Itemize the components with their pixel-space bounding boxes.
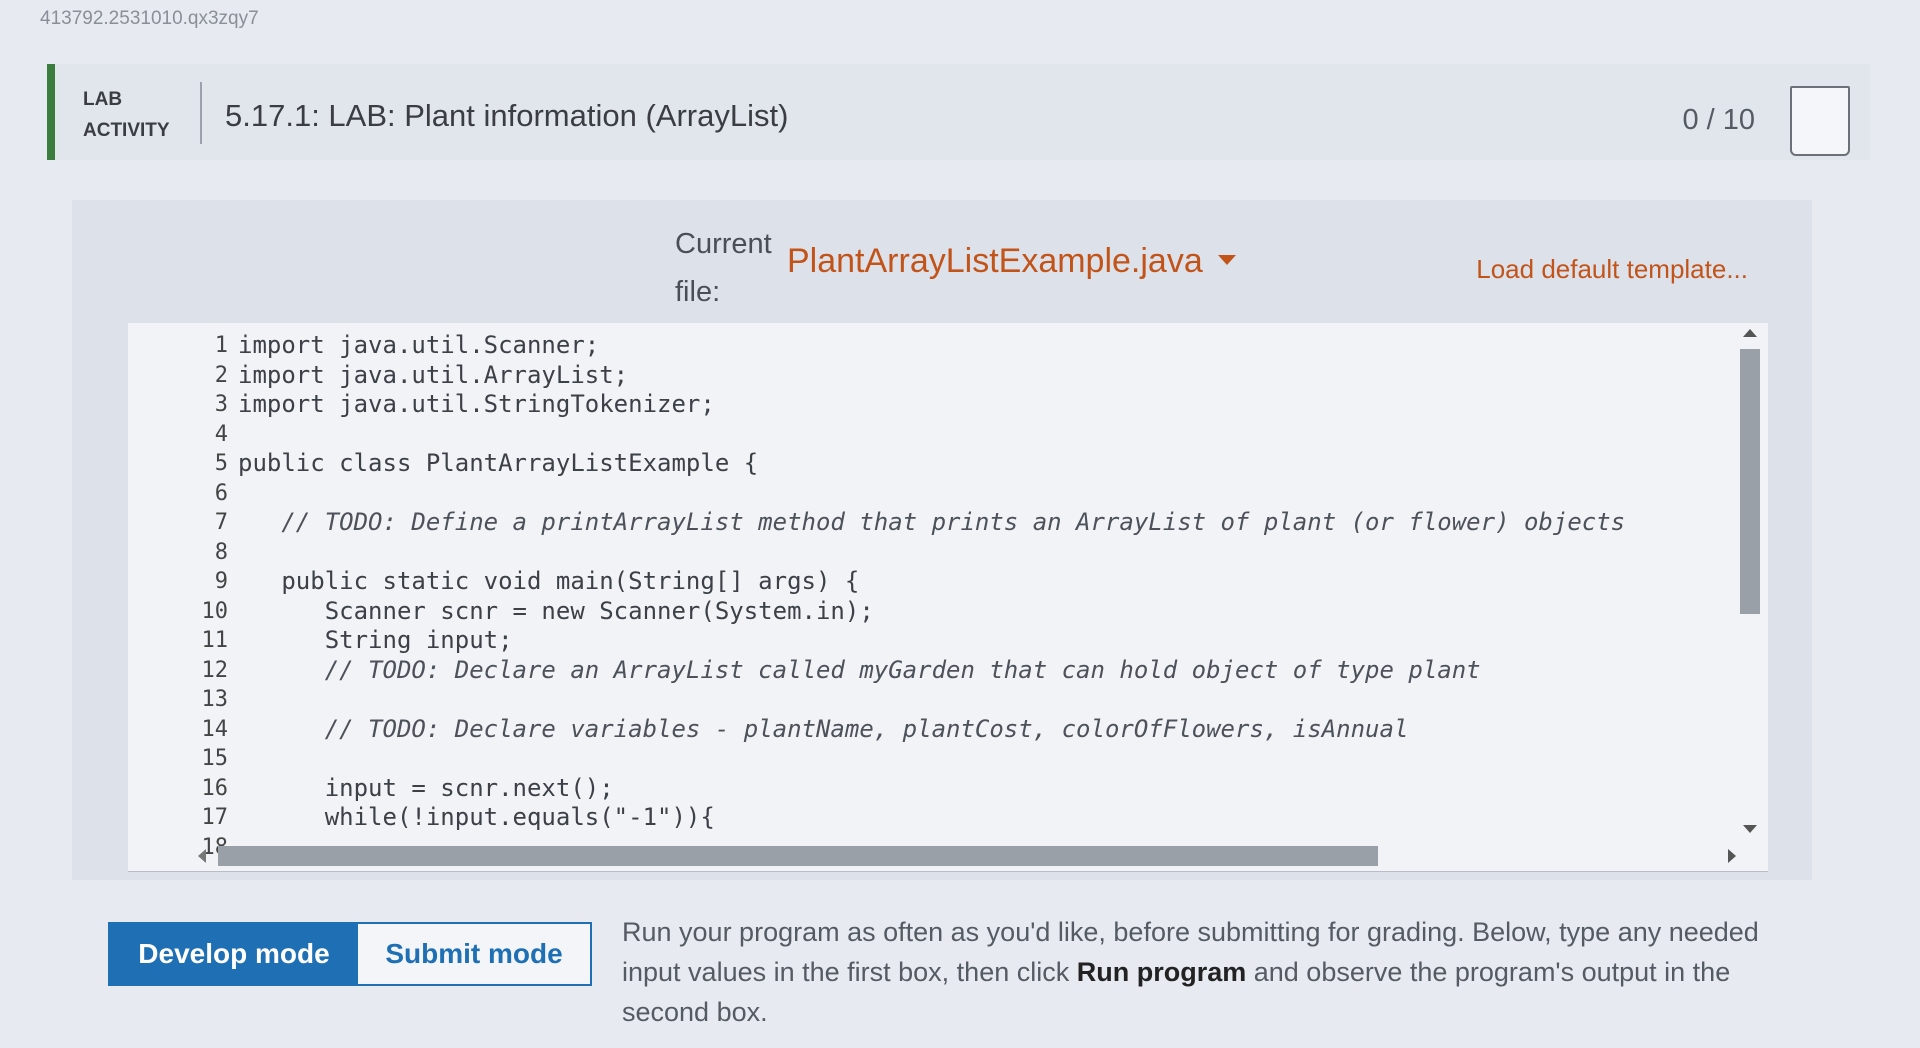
score-label: 0 / 10 — [1682, 104, 1755, 136]
code-line[interactable]: // TODO: Define a printArrayList method … — [238, 508, 1625, 538]
scroll-right-icon[interactable] — [1728, 849, 1736, 863]
vertical-scroll-thumb[interactable] — [1740, 349, 1760, 614]
current-file-label-line1: Current — [675, 228, 772, 260]
scroll-up-icon[interactable] — [1743, 329, 1757, 337]
current-file-label: Current file: — [675, 220, 785, 316]
file-bar: Current file: PlantArrayListExample.java… — [72, 200, 1812, 322]
lab-label-line2: ACTIVITY — [83, 120, 170, 141]
current-file-label-line2: file: — [675, 276, 721, 308]
line-number: 13 — [201, 687, 229, 712]
code-line[interactable] — [238, 420, 1625, 450]
line-number: 15 — [201, 746, 229, 771]
run-program-emphasis: Run program — [1076, 957, 1247, 987]
code-line[interactable]: import java.util.ArrayList; — [238, 361, 1625, 391]
mode-toggle: Develop mode Submit mode — [108, 922, 592, 986]
header-divider — [200, 82, 202, 144]
file-selector[interactable]: PlantArrayListExample.java — [787, 242, 1203, 281]
code-line[interactable]: public class PlantArrayListExample { — [238, 449, 1625, 479]
lab-activity-label: LAB ACTIVITY — [83, 84, 183, 146]
lab-title: 5.17.1: LAB: Plant information (ArrayLis… — [225, 98, 789, 133]
code-line[interactable] — [238, 744, 1625, 774]
line-number: 11 — [201, 628, 229, 653]
lab-header: LAB ACTIVITY 5.17.1: LAB: Plant informat… — [47, 64, 1870, 160]
develop-mode-button[interactable]: Develop mode — [110, 924, 358, 984]
horizontal-scroll-thumb[interactable] — [218, 846, 1378, 866]
code-line[interactable]: // TODO: Declare variables - plantName, … — [238, 715, 1625, 745]
line-number-gutter: 1 2 3 4 5 6 7 8 9 10 11 12 13 14 15 16 17 18 — [128, 331, 229, 862]
line-number: 6 — [214, 480, 228, 506]
scroll-down-icon[interactable] — [1743, 825, 1757, 833]
code-line[interactable] — [238, 685, 1625, 715]
scroll-left-icon[interactable] — [198, 849, 206, 863]
load-default-template-link[interactable]: Load default template... — [1476, 254, 1748, 285]
run-instructions: Run your program as often as you'd like,… — [622, 912, 1802, 1032]
line-number: 16 — [201, 775, 229, 801]
code-line[interactable]: // TODO: Declare an ArrayList called myG… — [238, 656, 1625, 686]
code-line[interactable]: Scanner scnr = new Scanner(System.in); — [238, 597, 1625, 627]
vertical-scrollbar[interactable] — [1738, 329, 1762, 849]
line-number: 1 — [214, 333, 228, 358]
editor-panel: Current file: PlantArrayListExample.java… — [72, 200, 1812, 880]
line-number: 7 — [214, 510, 228, 535]
code-line[interactable]: while(!input.equals("-1")){ — [238, 803, 1625, 833]
lab-label-line1: LAB — [83, 89, 123, 110]
line-number: 17 — [201, 805, 229, 830]
line-number: 4 — [214, 421, 228, 447]
code-line[interactable]: public static void main(String[] args) { — [238, 567, 1625, 597]
line-number: 2 — [214, 362, 228, 388]
line-number: 10 — [201, 598, 229, 624]
activity-id: 413792.2531010.qx3zqy7 — [40, 8, 259, 29]
code-line[interactable]: import java.util.StringTokenizer; — [238, 390, 1625, 420]
line-number: 5 — [214, 451, 228, 476]
line-number: 14 — [201, 716, 229, 742]
code-line[interactable] — [238, 479, 1625, 509]
code-line[interactable] — [238, 538, 1625, 568]
code-text[interactable]: import java.util.Scanner; import java.uti… — [238, 331, 1625, 862]
code-line[interactable]: import java.util.Scanner; — [238, 331, 1625, 361]
horizontal-scrollbar[interactable] — [198, 845, 1738, 867]
line-number: 9 — [214, 569, 228, 594]
code-line[interactable]: input = scnr.next(); — [238, 774, 1625, 804]
score-badge-icon — [1790, 86, 1850, 156]
line-number: 8 — [214, 539, 228, 565]
code-editor[interactable]: 1 2 3 4 5 6 7 8 9 10 11 12 13 14 15 16 17 18 import java.… — [128, 323, 1768, 872]
line-number: 3 — [214, 392, 228, 417]
submit-mode-button[interactable]: Submit mode — [358, 924, 590, 984]
code-line[interactable]: String input; — [238, 626, 1625, 656]
chevron-down-icon[interactable] — [1218, 255, 1236, 265]
line-number: 12 — [201, 657, 229, 683]
